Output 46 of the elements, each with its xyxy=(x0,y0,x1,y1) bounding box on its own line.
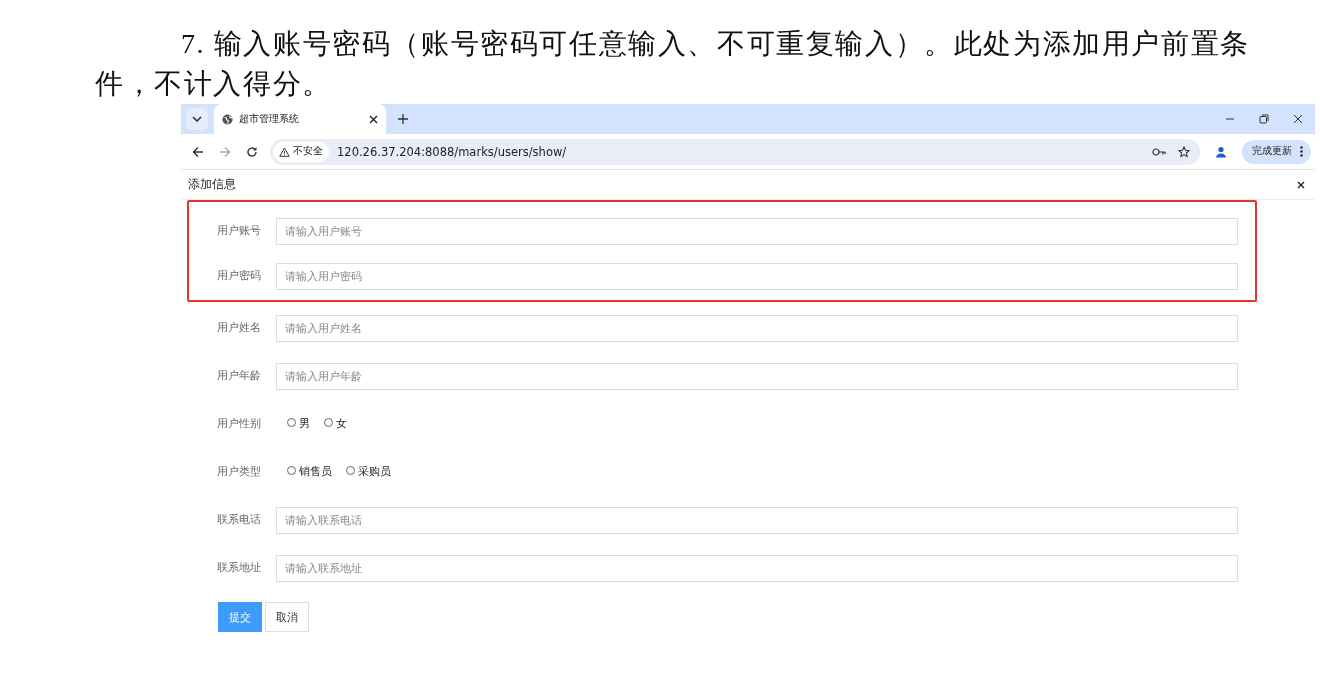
radio-option[interactable]: 男 xyxy=(287,417,310,431)
radio-option[interactable]: 女 xyxy=(324,417,347,431)
text-field[interactable]: 请输入用户账号 xyxy=(276,217,1238,245)
field-label: 联系地址 xyxy=(217,561,262,575)
close-icon[interactable] xyxy=(369,114,378,124)
security-label: 不安全 xyxy=(293,145,323,158)
text-field[interactable]: 请输入用户年龄 xyxy=(276,362,1238,390)
reload-icon[interactable] xyxy=(246,145,258,158)
text-field[interactable]: 请输入联系地址 xyxy=(276,554,1238,582)
field-label: 用户性别 xyxy=(217,417,262,431)
option-label: 男 xyxy=(299,417,310,431)
close-icon[interactable] xyxy=(1293,114,1303,124)
text-field[interactable]: 请输入用户姓名 xyxy=(276,314,1238,342)
tab-list-button[interactable] xyxy=(186,108,208,130)
field-label: 用户姓名 xyxy=(217,321,262,335)
text-field[interactable]: 请输入用户密码 xyxy=(276,262,1238,290)
field-label: 用户类型 xyxy=(217,465,262,479)
restore-icon[interactable] xyxy=(1259,114,1269,124)
caret-icon xyxy=(192,116,202,122)
security-chip[interactable]: 不安全 xyxy=(273,141,329,162)
star-icon[interactable] xyxy=(1178,145,1190,158)
warning-icon xyxy=(279,146,290,157)
instruction-paragraph: 7. 输入账号密码（账号密码可任意输入、不可重复输入）。此处为添加用户前置条件，不计入得分。 xyxy=(95,27,1251,101)
field-label: 用户年龄 xyxy=(217,369,262,383)
globe-icon xyxy=(222,113,233,125)
profile-icon[interactable] xyxy=(1215,145,1227,158)
browser-tab[interactable]: 超市管理系统 xyxy=(214,104,386,134)
field-label: 用户密码 xyxy=(217,269,262,283)
key-icon[interactable] xyxy=(1152,147,1166,156)
new-tab-icon[interactable] xyxy=(398,114,408,124)
update-button[interactable]: 完成更新 xyxy=(1242,139,1311,164)
tab-title: 超市管理系统 xyxy=(239,112,300,126)
field-label: 用户账号 xyxy=(217,224,262,238)
option-label: 采购员 xyxy=(358,465,391,479)
cancel-button[interactable]: 取消 xyxy=(265,602,309,632)
more-icon xyxy=(1300,146,1303,157)
text-field[interactable]: 请输入联系电话 xyxy=(276,506,1238,534)
field-label: 联系电话 xyxy=(217,513,262,527)
back-icon[interactable] xyxy=(192,145,204,158)
radio-option[interactable]: 采购员 xyxy=(346,465,391,479)
radio-option[interactable]: 销售员 xyxy=(287,465,332,479)
option-label: 销售员 xyxy=(299,465,332,479)
option-label: 女 xyxy=(336,417,347,431)
close-icon[interactable] xyxy=(1297,180,1305,189)
dialog-title: 添加信息 xyxy=(188,177,236,192)
address-text[interactable]: 120.26.37.204:8088/marks/users/show/ xyxy=(337,144,567,159)
